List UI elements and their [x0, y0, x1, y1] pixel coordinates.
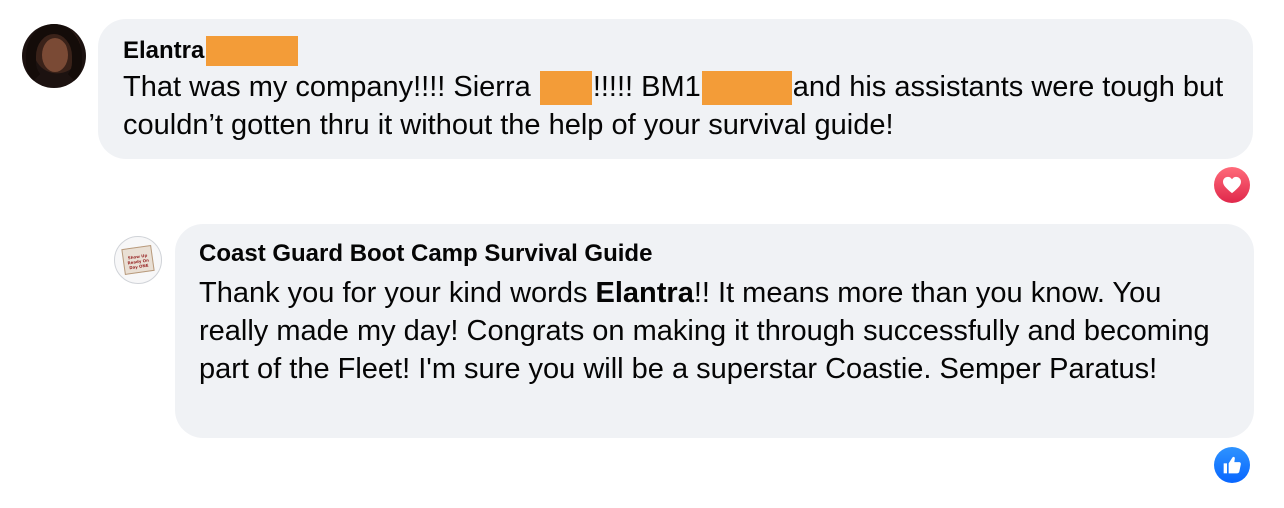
reply-text-part: Thank you for your kind words	[199, 277, 596, 309]
reply-text: Thank you for your kind words Elantra!! …	[199, 274, 1228, 388]
redaction-block	[206, 36, 299, 66]
comment-author-row: Elantra	[123, 36, 1227, 66]
thumbs-up-icon[interactable]	[1214, 447, 1250, 483]
book-cover-text: Show Up Ready On Day ONE	[127, 252, 150, 271]
comment-text-part: !!!!! BM1	[592, 71, 701, 103]
heart-icon[interactable]	[1214, 167, 1250, 203]
comment-bubble: Elantra That was my company!!!! Sierra !…	[98, 19, 1253, 159]
comment-text-part: That was my company!!!! Sierra	[123, 71, 539, 103]
reply-bubble: Coast Guard Boot Camp Survival Guide Tha…	[175, 224, 1254, 438]
comment-thread: Elantra That was my company!!!! Sierra !…	[0, 0, 1284, 508]
commenter-avatar[interactable]	[22, 24, 86, 88]
book-cover-image: Show Up Ready On Day ONE	[121, 245, 155, 275]
redaction-block	[539, 71, 592, 105]
comment-text: That was my company!!!! Sierra !!!!! BM1…	[123, 68, 1227, 144]
page-avatar[interactable]: Show Up Ready On Day ONE	[114, 236, 162, 284]
mentioned-name[interactable]: Elantra	[596, 277, 694, 309]
reply-author[interactable]: Coast Guard Boot Camp Survival Guide	[199, 240, 1228, 268]
redaction-block	[701, 71, 792, 105]
comment-author[interactable]: Elantra	[123, 37, 204, 65]
avatar-face	[42, 38, 68, 72]
